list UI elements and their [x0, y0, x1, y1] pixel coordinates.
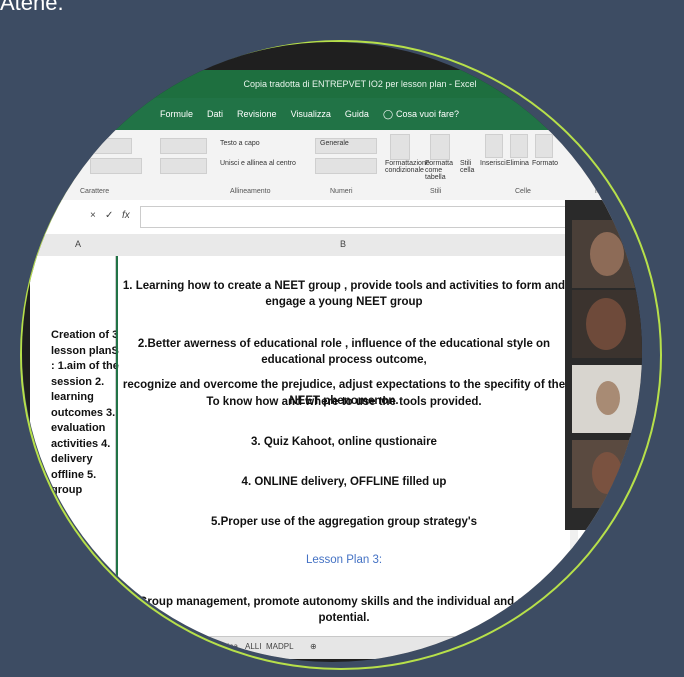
formula-bar: × ✓ fx [30, 200, 630, 235]
menu-formule[interactable]: Formule [160, 109, 193, 119]
ribbon-group-allineamento: Allineamento [230, 188, 271, 195]
formula-input[interactable] [140, 206, 622, 228]
cell-b-line-6: 4. ONLINE delivery, OFFLINE filled up [241, 476, 447, 488]
font-size-button[interactable] [90, 138, 132, 154]
participant-video-3[interactable] [572, 365, 642, 433]
participant-video-4[interactable] [572, 440, 642, 508]
indent-button[interactable] [160, 158, 207, 174]
ribbon-group-stili: Stili [430, 188, 442, 195]
font-color-button[interactable] [90, 158, 142, 174]
screenshot-circle: Copia tradotta di ENTREPVET IO2 per less… [22, 42, 642, 662]
enter-icon[interactable]: ✓ [105, 210, 113, 221]
search-placeholder: Cosa vuoi fare? [396, 109, 460, 119]
insert-button[interactable]: Inserisci [480, 160, 506, 167]
ribbon-group-modifica: Modifica [595, 188, 622, 195]
ribbon-group-celle: Celle [515, 188, 531, 195]
cancel-icon[interactable]: × [90, 210, 96, 221]
ribbon-group-numeri: Numeri [330, 188, 353, 195]
participant-avatar [590, 232, 624, 276]
cell-b-line-2: 2.Better awerness of educational role , … [137, 338, 551, 366]
align-button[interactable] [160, 138, 207, 154]
cell-b-line-7: 5.Proper use of the aggregation group st… [210, 516, 477, 528]
cell-b-line-1: 1. Learning how to create a NEET group ,… [122, 280, 566, 308]
delete-icon[interactable] [510, 134, 528, 158]
menu-dati[interactable]: Dati [207, 109, 223, 119]
format-table-icon[interactable] [430, 134, 450, 160]
sheet-tab-alli[interactable]: ALLI [245, 642, 261, 651]
cell-a-text: Creation of 3 lesson planS : 1.aim of th… [51, 329, 119, 496]
cell-b-line-4: To know how and where to use the tools p… [206, 396, 482, 408]
column-header-b[interactable]: B [340, 239, 346, 249]
merge-center-button[interactable]: Unisci e allinea al centro [220, 160, 296, 167]
cell-styles-button[interactable]: Stili cella [460, 160, 480, 174]
sheet-tab-madpl[interactable]: MADPL [266, 642, 294, 651]
ribbon: Testo a capo Unisci e allinea al centro … [30, 130, 630, 201]
lightbulb-icon: ◯ [382, 108, 394, 119]
currency-button[interactable] [315, 158, 377, 174]
column-header-a[interactable]: A [75, 239, 81, 249]
excel-screenshot: Copia tradotta di ENTREPVET IO2 per less… [22, 42, 642, 662]
wrap-text-button[interactable]: Testo a capo [220, 140, 260, 147]
menu-revisione[interactable]: Revisione [237, 109, 277, 119]
tell-me-search[interactable]: ◯ Cosa vuoi fare? [383, 109, 459, 120]
menu-visualizza[interactable]: Visualizza [291, 109, 331, 119]
delete-button[interactable]: Elimina [506, 160, 529, 167]
menu-bar: Formule Dati Revisione Visualizza Guida … [100, 98, 620, 130]
cond-format-icon[interactable] [390, 134, 410, 160]
selected-cell-b[interactable]: 1. Learning how to create a NEET group ,… [116, 256, 572, 636]
participant-video-1[interactable] [572, 220, 642, 288]
format-button[interactable]: Formato [532, 160, 558, 167]
function-icon[interactable]: fx [122, 210, 130, 221]
cond-format-button[interactable]: Formattazione condizionale [385, 160, 430, 174]
participant-avatar [586, 298, 626, 350]
menu-guida[interactable]: Guida [345, 109, 369, 119]
insert-icon[interactable] [485, 134, 503, 158]
ribbon-group-carattere: Carattere [80, 188, 110, 195]
cell-b-line-5: 3. Quiz Kahoot, online qustionaire [251, 436, 437, 448]
window-title: Copia tradotta di ENTREPVET IO2 per less… [100, 70, 620, 98]
cell-b-line-8: 1. Group management, promote autonomy sk… [125, 596, 563, 624]
format-icon[interactable] [535, 134, 553, 158]
sort-filter-button[interactable]: Ordina e filtra [595, 160, 625, 174]
number-format-value: Generale [320, 140, 349, 147]
column-headers: A B C [30, 234, 630, 257]
participant-avatar [596, 381, 620, 415]
lesson-plan-heading: Lesson Plan 3: [305, 554, 383, 566]
add-sheet-icon[interactable]: ⊕ [310, 642, 317, 651]
participant-video-2[interactable] [572, 290, 642, 358]
participant-avatar [592, 452, 622, 494]
sheet-tab-msx[interactable]: MSX [180, 642, 197, 651]
cell-a-column[interactable]: Creation of 3 lesson planS : 1.aim of th… [45, 256, 119, 636]
sheet-tab-bucovina[interactable]: Bucovina [205, 642, 238, 651]
slide-title: Atene. [0, 0, 64, 15]
worksheet-grid: Creation of 3 lesson planS : 1.aim of th… [30, 256, 630, 636]
sheet-tabs: MSX Bucovina ALLI MADPL ⊕ [30, 636, 630, 659]
format-table-button[interactable]: Formatta come tabella [425, 160, 455, 181]
